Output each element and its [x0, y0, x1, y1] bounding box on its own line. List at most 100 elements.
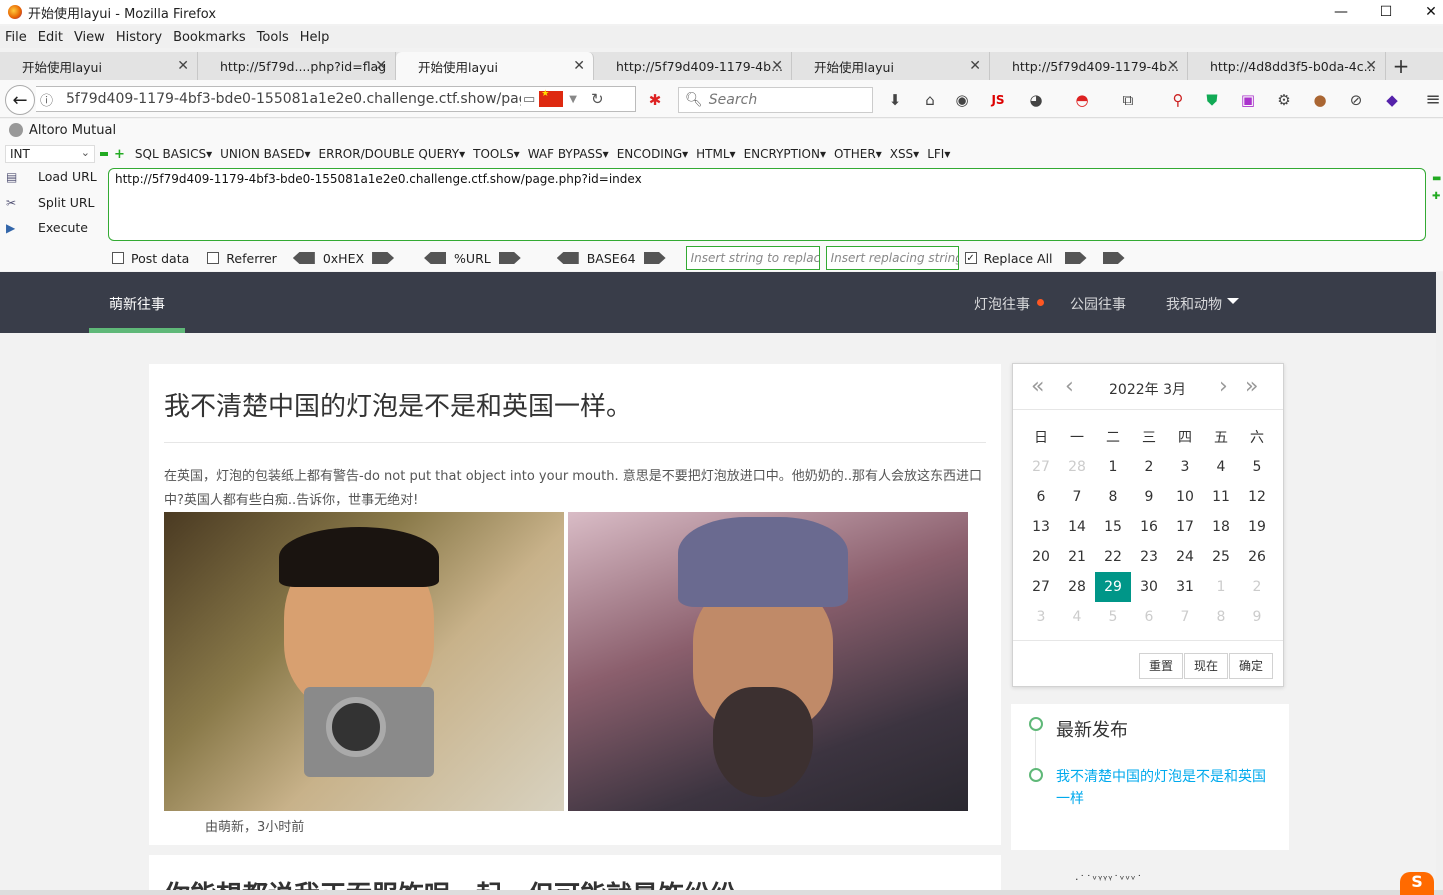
hamburger-menu-icon[interactable]: ≡	[1423, 90, 1443, 110]
addon-globe-icon[interactable]: ◉	[952, 90, 972, 110]
tab-6[interactable]: http://5f79d409-1179-4b... ✕	[990, 52, 1188, 80]
menu-edit[interactable]: Edit	[38, 30, 63, 45]
addon-hackbar-icon[interactable]: ▣	[1238, 90, 1258, 110]
menu-sql-basics[interactable]: SQL BASICS▾	[135, 147, 212, 161]
tab-close-icon[interactable]: ✕	[1365, 58, 1377, 74]
day-cell[interactable]: 13	[1023, 512, 1059, 542]
day-cell-selected[interactable]: 29	[1095, 572, 1131, 602]
plus-icon[interactable]: +	[114, 147, 125, 162]
back-arrow-icon[interactable]: ←	[5, 85, 35, 115]
replace-string-input[interactable]: Insert string to replace	[685, 246, 820, 270]
day-cell[interactable]: 27	[1023, 452, 1059, 482]
tab-close-icon[interactable]: ✕	[573, 58, 585, 74]
day-cell[interactable]: 23	[1131, 542, 1167, 572]
url-dropdown-icon[interactable]: ▼	[569, 94, 577, 105]
day-cell[interactable]: 5	[1239, 452, 1275, 482]
search-box[interactable]: 🔍︎ Search	[678, 87, 873, 113]
replace-all-checkbox[interactable]: ✓	[964, 252, 977, 264]
day-cell[interactable]: 2	[1239, 572, 1275, 602]
nav-item-bulb[interactable]: 灯泡往事	[974, 294, 1030, 314]
day-cell[interactable]: 27	[1023, 572, 1059, 602]
load-url-button[interactable]: ▤ Load URL	[6, 169, 97, 184]
menu-union-based[interactable]: UNION BASED▾	[220, 147, 310, 161]
tab-close-icon[interactable]: ✕	[969, 58, 981, 74]
day-cell[interactable]: 10	[1167, 482, 1203, 512]
hex-encode-arrow-icon[interactable]	[372, 252, 395, 264]
replacing-string-input[interactable]: Insert replacing string	[825, 246, 959, 270]
bookmark-altoro-mutual[interactable]: Altoro Mutual	[29, 123, 116, 138]
addon-settings-icon[interactable]: ⚙	[1274, 90, 1294, 110]
url-encode-arrow-icon[interactable]	[498, 252, 521, 264]
cookie-icon[interactable]: ●	[1310, 90, 1330, 110]
day-cell[interactable]: 1	[1095, 452, 1131, 482]
day-cell[interactable]: 3	[1167, 452, 1203, 482]
download-icon[interactable]: ⬇	[885, 90, 905, 110]
menu-help[interactable]: Help	[300, 30, 330, 45]
reload-icon[interactable]: ↻	[591, 90, 604, 108]
replace-arrow-2-icon[interactable]	[1102, 252, 1125, 264]
day-cell[interactable]: 9	[1131, 482, 1167, 512]
tab-close-icon[interactable]: ✕	[1167, 58, 1179, 74]
day-cell[interactable]: 6	[1023, 482, 1059, 512]
new-tab-plus-icon[interactable]: +	[1386, 52, 1416, 80]
day-cell[interactable]: 11	[1203, 482, 1239, 512]
addon-diamond-icon[interactable]: ◆	[1382, 90, 1402, 110]
day-cell[interactable]: 9	[1239, 602, 1275, 632]
day-cell[interactable]: 7	[1059, 482, 1095, 512]
sogou-ime-icon[interactable]: S	[1400, 872, 1434, 895]
day-cell[interactable]: 26	[1239, 542, 1275, 572]
day-cell[interactable]: 15	[1095, 512, 1131, 542]
post-title-2[interactable]: 你能想都说我正吞服饰呢一起，但可能就是饰纷纷	[164, 875, 736, 890]
page-scrollbar[interactable]	[1436, 272, 1443, 890]
day-cell[interactable]: 17	[1167, 512, 1203, 542]
minus-icon[interactable]	[100, 152, 108, 156]
tab-close-icon[interactable]: ✕	[177, 58, 189, 74]
home-icon[interactable]: ⌂	[920, 90, 940, 110]
tab-5[interactable]: 开始使用layui ✕	[792, 52, 990, 80]
tab-7[interactable]: http://4d8dd3f5-b0da-4c... ✕	[1188, 52, 1386, 80]
day-cell[interactable]: 8	[1095, 482, 1131, 512]
day-cell[interactable]: 4	[1059, 602, 1095, 632]
menu-html[interactable]: HTML▾	[696, 147, 735, 161]
day-cell[interactable]: 30	[1131, 572, 1167, 602]
menu-error-double-query[interactable]: ERROR/DOUBLE QUERY▾	[319, 147, 466, 161]
day-cell[interactable]: 24	[1167, 542, 1203, 572]
replace-arrow-icon[interactable]	[1064, 252, 1087, 264]
referrer-checkbox[interactable]	[207, 252, 220, 264]
execute-button[interactable]: ▶ Execute	[6, 220, 88, 235]
addon-magnifier-icon[interactable]: ⚲	[1168, 90, 1188, 110]
day-cell[interactable]: 2	[1131, 452, 1167, 482]
day-cell[interactable]: 18	[1203, 512, 1239, 542]
calendar-year-month[interactable]: 2022年 3月	[1109, 379, 1186, 399]
day-cell[interactable]: 31	[1167, 572, 1203, 602]
day-cell[interactable]: 1	[1203, 572, 1239, 602]
menu-xss[interactable]: XSS▾	[890, 147, 919, 161]
day-cell[interactable]: 7	[1167, 602, 1203, 632]
menu-tools[interactable]: Tools	[257, 30, 289, 45]
day-cell[interactable]: 4	[1203, 452, 1239, 482]
base64-decode-arrow-icon[interactable]	[556, 252, 579, 264]
nav-home[interactable]: 萌新往事	[109, 294, 165, 314]
addon-color-icon[interactable]: ◕	[1026, 90, 1046, 110]
timeline-post-link[interactable]: 我不清楚中国的灯泡是不是和英国一样	[1056, 766, 1276, 810]
prev-year-icon[interactable]: «	[1031, 374, 1044, 399]
hex-decode-arrow-icon[interactable]	[292, 252, 315, 264]
menu-other[interactable]: OTHER▾	[834, 147, 882, 161]
next-month-icon[interactable]: ›	[1219, 374, 1228, 399]
menu-lfi[interactable]: LFI▾	[927, 147, 950, 161]
minus-side-icon[interactable]: ▬	[1432, 173, 1441, 184]
day-cell[interactable]: 12	[1239, 482, 1275, 512]
url-text[interactable]: 5f79d409-1179-4bf3-bde0-155081a1e2e0.cha…	[66, 91, 521, 107]
day-cell[interactable]: 14	[1059, 512, 1095, 542]
reader-view-icon[interactable]: ▭	[523, 92, 535, 107]
menu-bookmarks[interactable]: Bookmarks	[173, 30, 246, 45]
day-cell[interactable]: 8	[1203, 602, 1239, 632]
extension-bug-icon[interactable]: ✱	[645, 90, 665, 110]
plus-side-icon[interactable]: ✚	[1432, 191, 1440, 202]
day-cell[interactable]: 3	[1023, 602, 1059, 632]
prev-month-icon[interactable]: ‹	[1065, 374, 1074, 399]
addon-shield-icon[interactable]: ⛊	[1202, 90, 1222, 110]
day-cell[interactable]: 6	[1131, 602, 1167, 632]
day-cell[interactable]: 20	[1023, 542, 1059, 572]
tab-1[interactable]: 开始使用layui ✕	[0, 52, 198, 80]
